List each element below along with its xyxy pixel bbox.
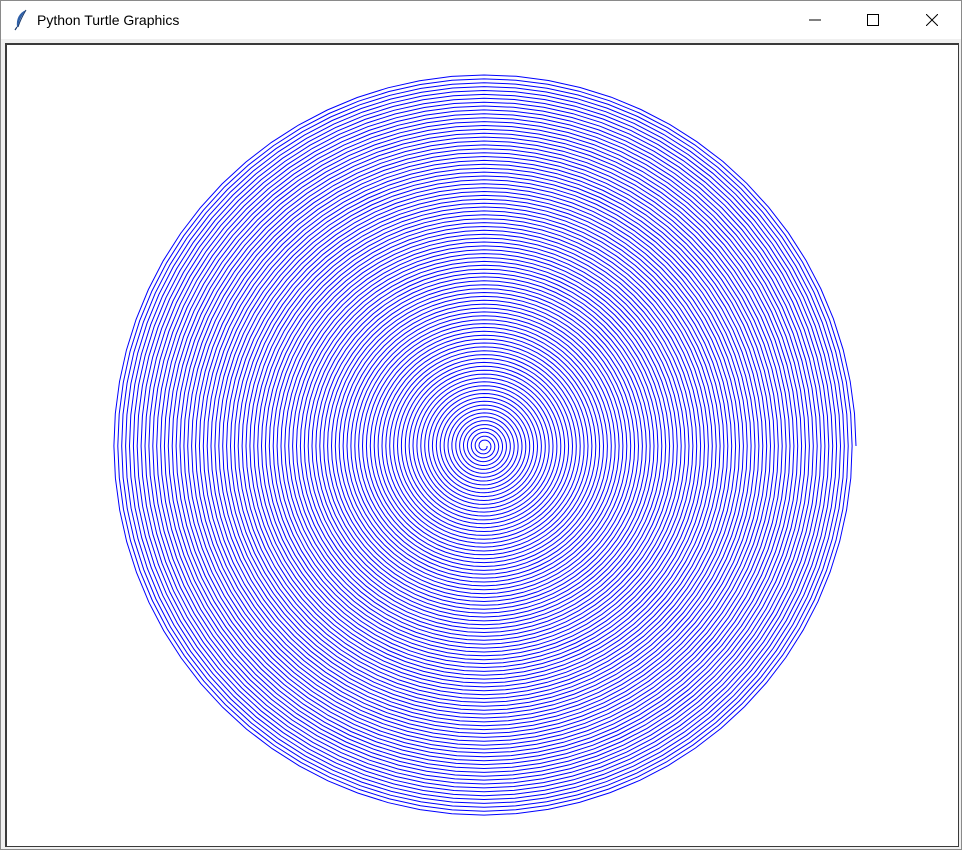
turtle-canvas[interactable] xyxy=(7,45,957,845)
maximize-icon xyxy=(867,14,879,26)
window-title: Python Turtle Graphics xyxy=(37,12,180,28)
close-icon xyxy=(926,14,938,26)
close-button[interactable] xyxy=(903,1,961,39)
minimize-icon xyxy=(809,19,821,21)
minimize-button[interactable] xyxy=(786,1,844,39)
maximize-button[interactable] xyxy=(844,1,902,39)
turtle-canvas-frame xyxy=(5,43,959,847)
spiral-drawing xyxy=(113,74,857,816)
feather-icon xyxy=(14,9,27,31)
title-bar[interactable]: Python Turtle Graphics xyxy=(1,1,961,39)
turtle-window: Python Turtle Graphics xyxy=(0,0,962,850)
